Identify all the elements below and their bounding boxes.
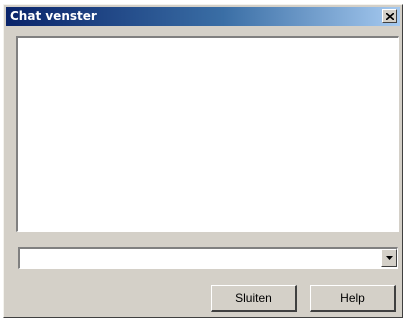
help-button[interactable]: Help [310, 285, 396, 312]
close-window-button[interactable] [382, 9, 397, 23]
chat-window: Chat venster Sluiten Help [3, 4, 403, 318]
chevron-down-icon [385, 256, 393, 260]
window-title: Chat venster [10, 9, 97, 23]
chat-message-area[interactable] [16, 36, 399, 232]
close-button[interactable]: Sluiten [211, 285, 297, 312]
message-input-combobox[interactable] [18, 247, 398, 269]
close-icon [385, 12, 394, 20]
title-bar[interactable]: Chat venster [6, 7, 400, 26]
dropdown-button[interactable] [381, 249, 397, 267]
